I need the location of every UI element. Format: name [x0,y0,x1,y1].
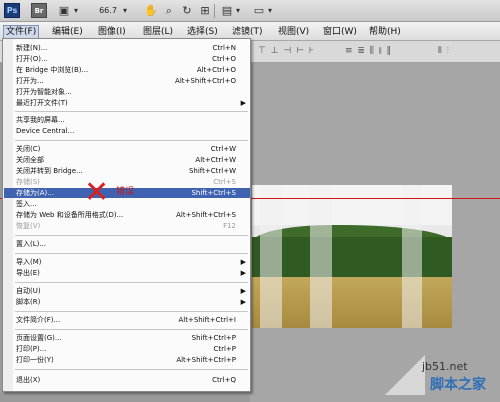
application-bar: Ps Br ▣ ▾ 66.7 ▾ ✋ ⌕ ↻ ⊞ ▤ ▾ ▭ ▾ [0,0,500,22]
submenu-arrow-icon: ▶ [240,99,246,107]
slice-strip [260,185,282,328]
error-x-mark-icon: ✕ [84,175,110,210]
submenu-arrow-icon: ▶ [240,269,246,277]
menu-item-scripts[interactable]: 脚本(R) ▶ [4,297,250,307]
watermark-logo: 脚本之家 [430,377,486,393]
photoshop-logo: Ps [4,3,20,18]
menu-item-print-one-copy[interactable]: 打印一份(Y) Alt+Shift+Ctrl+P [4,355,250,365]
menu-item-export[interactable]: 导出(E) ▶ [4,268,250,278]
slice-strip [402,185,422,328]
menu-item-close-all[interactable]: 关闭全部 Alt+Ctrl+W [4,155,250,165]
menu-layer[interactable]: 图层(L) [141,25,175,39]
menu-item-import[interactable]: 导入(M) ▶ [4,257,250,267]
menu-view[interactable]: 视图(V) [276,25,311,39]
menu-item-open-as[interactable]: 打开为... Alt+Shift+Ctrl+O [4,76,250,86]
photo-forest [252,237,452,281]
submenu-arrow-icon: ▶ [240,258,246,266]
chevron-down-icon[interactable]: ▾ [266,3,274,18]
menu-item-automate[interactable]: 自动(U) ▶ [4,286,250,296]
view-extras-icon[interactable]: ▣ [58,3,70,18]
menu-item-save-for-web[interactable]: 存储为 Web 和设备所用格式(D)... Alt+Shift+Ctrl+S [4,210,250,220]
align-icons[interactable]: ⊤ ⊥ ⊣ ⊢ ⊦ [258,46,315,56]
distribute-icons[interactable]: ≡ ≣ ⫼ ⫾ ‖ [345,46,392,56]
chevron-down-icon[interactable]: ▾ [121,3,129,18]
grid-icon[interactable]: ⊞ [198,3,212,18]
menu-file[interactable]: 文件(F) [3,25,40,39]
menu-item-place[interactable]: 置入(L)... [4,239,250,249]
zoom-tool-icon[interactable]: ⌕ [162,3,176,18]
menu-item-exit[interactable]: 退出(X) Ctrl+Q [4,375,250,385]
submenu-arrow-icon: ▶ [240,298,246,306]
menu-item-file-info[interactable]: 文件简介(F)... Alt+Shift+Ctrl+I [4,315,250,325]
slice-strip [310,185,332,328]
menu-item-print[interactable]: 打印(P)... Ctrl+P [4,344,250,354]
menu-filter[interactable]: 滤镜(T) [230,25,265,39]
menu-item-open[interactable]: 打开(O)... Ctrl+O [4,54,250,64]
auto-align-icon[interactable]: ⫴ ⫶ [438,46,450,56]
chevron-down-icon[interactable]: ▾ [234,3,242,18]
menu-help[interactable]: 帮助(H) [367,25,403,39]
arrange-documents-icon[interactable]: ▤ [220,3,234,18]
menu-item-share-screen[interactable]: 共享我的屏幕... [4,115,250,125]
menu-item-check-in[interactable]: 签入... [4,199,250,209]
screen-mode-icon[interactable]: ▭ [252,3,266,18]
menu-image[interactable]: 图像(I) [96,25,128,39]
menu-item-device-central[interactable]: Device Central... [4,126,250,136]
document-canvas[interactable] [252,185,452,328]
menu-edit[interactable]: 编辑(E) [50,25,85,39]
menu-item-browse-bridge[interactable]: 在 Bridge 中浏览(B)... Alt+Ctrl+O [4,65,250,75]
photo-sky [252,185,452,225]
menu-item-revert[interactable]: 恢复(V) F12 [4,221,250,231]
menu-item-close[interactable]: 关闭(C) Ctrl+W [4,144,250,154]
rotate-view-icon[interactable]: ↻ [180,3,194,18]
submenu-arrow-icon: ▶ [240,287,246,295]
file-menu-dropdown: 新建(N)... Ctrl+N 打开(O)... Ctrl+O 在 Bridge 中… [2,38,251,392]
bridge-button[interactable]: Br [31,3,47,18]
zoom-level[interactable]: 66.7 [95,3,121,18]
menu-select[interactable]: 选择(S) [185,25,220,39]
photo-wheat-field [252,277,452,328]
menu-item-new[interactable]: 新建(N)... Ctrl+N [4,43,250,53]
chevron-down-icon[interactable]: ▾ [72,3,80,18]
menu-item-close-go-bridge[interactable]: 关闭并转到 Bridge... Shift+Ctrl+W [4,166,250,176]
menu-window[interactable]: 窗口(W) [321,25,359,39]
watermark-url: jb51.net [422,360,468,373]
error-label: 错误 [116,187,135,197]
hand-tool-icon[interactable]: ✋ [144,3,158,18]
menu-item-recent-files[interactable]: 最近打开文件(T) ▶ [4,98,250,108]
watermark-corner [385,355,425,395]
menu-item-open-smart-object[interactable]: 打开为智能对象... [4,87,250,97]
menu-item-page-setup[interactable]: 页面设置(G)... Shift+Ctrl+P [4,333,250,343]
